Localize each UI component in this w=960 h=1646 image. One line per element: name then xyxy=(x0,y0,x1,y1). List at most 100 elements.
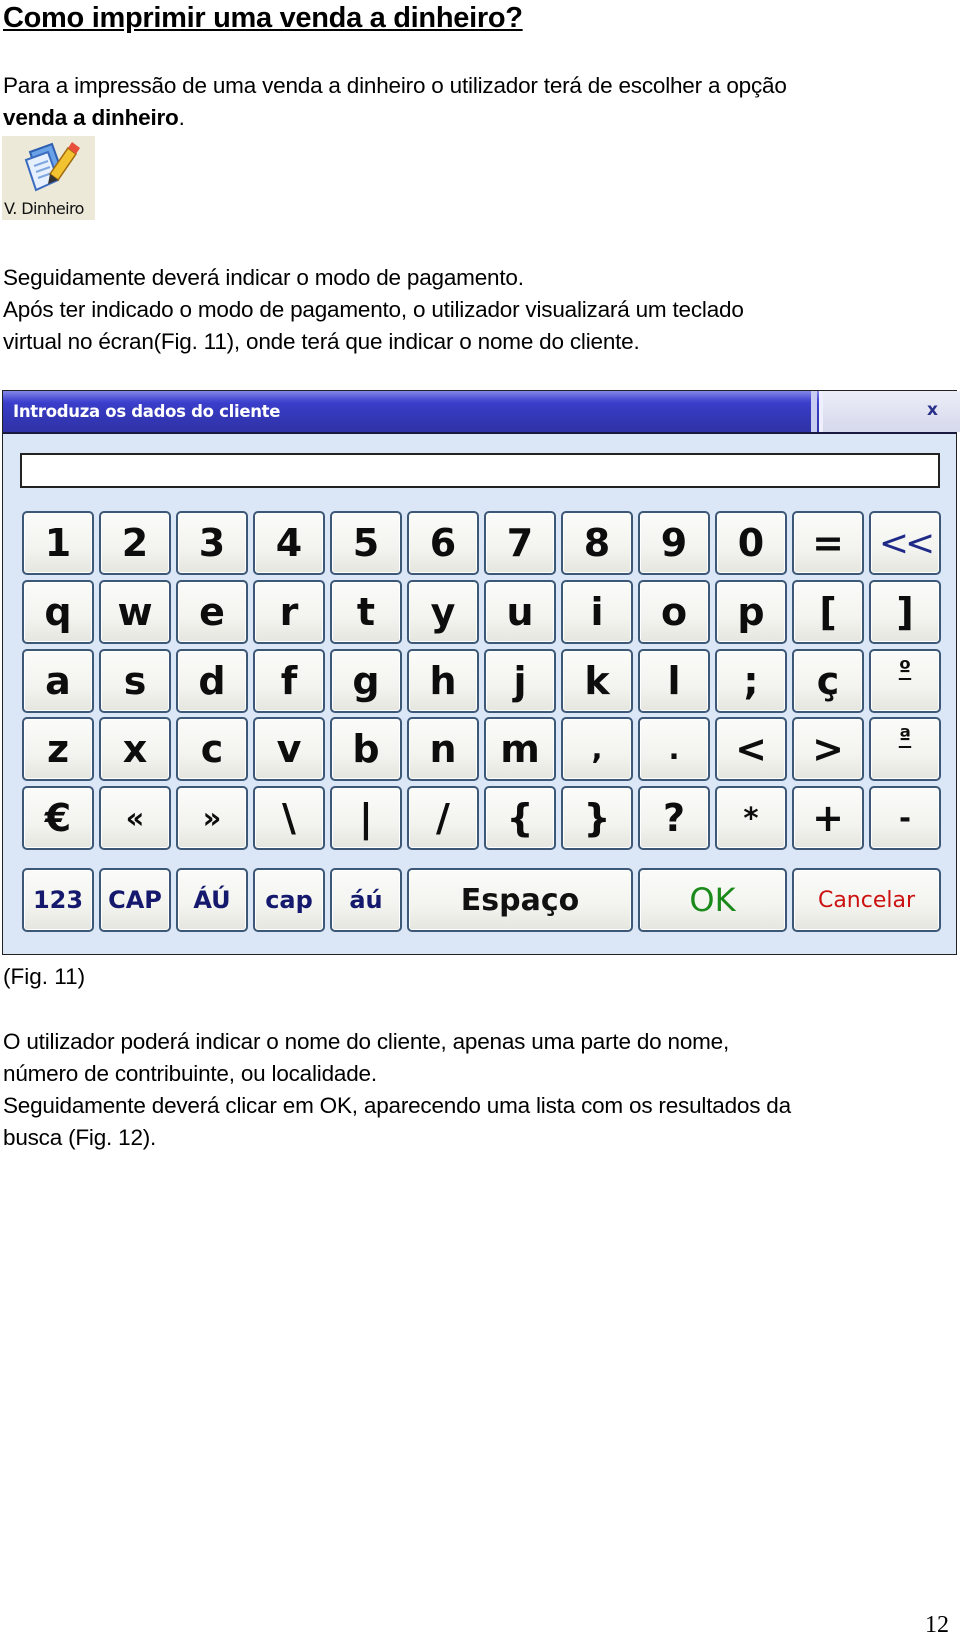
key-4-8[interactable]: ? xyxy=(638,786,710,850)
key-0-4[interactable]: 5 xyxy=(330,511,402,575)
key-4-5[interactable]: / xyxy=(407,786,479,850)
key-4-1[interactable]: « xyxy=(99,786,171,850)
key-3-9[interactable]: < xyxy=(715,717,787,781)
key-1-11[interactable]: ] xyxy=(869,580,941,644)
dialog-titlebar: Introduza os dados do cliente x xyxy=(3,391,960,434)
key-4-0[interactable]: € xyxy=(22,786,94,850)
key-0-5[interactable]: 6 xyxy=(407,511,479,575)
key-3-1[interactable]: x xyxy=(99,717,171,781)
key-label: n xyxy=(429,727,457,771)
key-1-9[interactable]: p xyxy=(715,580,787,644)
cancel-button[interactable]: Cancelar xyxy=(792,868,941,932)
key-3-11[interactable]: ª xyxy=(869,717,941,781)
payment-line-2: Após ter indicado o modo de pagamento, o… xyxy=(3,297,744,322)
key-label: 5 xyxy=(352,521,380,565)
key-label: ? xyxy=(662,796,686,840)
intro-line-1: Para a impressão de uma venda a dinheiro… xyxy=(3,73,787,98)
key-1-0[interactable]: q xyxy=(22,580,94,644)
v-dinheiro-option-button[interactable]: V. Dinheiro xyxy=(2,136,95,220)
key-label: s xyxy=(123,659,147,703)
key-label: d xyxy=(198,659,226,703)
dialog-title: Introduza os dados do cliente xyxy=(13,402,281,421)
key-label: h xyxy=(429,659,457,703)
space-key[interactable]: Espaço xyxy=(407,868,633,932)
key-0-8[interactable]: 9 xyxy=(638,511,710,575)
accent-lower-key[interactable]: áú xyxy=(330,868,402,932)
key-label: x xyxy=(122,727,148,771)
key-4-7[interactable]: } xyxy=(561,786,633,850)
key-3-5[interactable]: n xyxy=(407,717,479,781)
key-label: / xyxy=(436,796,450,840)
key-0-9[interactable]: 0 xyxy=(715,511,787,575)
instructions-line-1: O utilizador poderá indicar o nome do cl… xyxy=(3,1029,730,1054)
key-3-3[interactable]: v xyxy=(253,717,325,781)
key-0-6[interactable]: 7 xyxy=(484,511,556,575)
key-1-1[interactable]: w xyxy=(99,580,171,644)
client-search-input[interactable] xyxy=(20,453,940,488)
key-3-6[interactable]: m xyxy=(484,717,556,781)
key-1-3[interactable]: r xyxy=(253,580,325,644)
key-3-4[interactable]: b xyxy=(330,717,402,781)
key-4-10[interactable]: + xyxy=(792,786,864,850)
key-label: ] xyxy=(896,590,914,634)
key-3-2[interactable]: c xyxy=(176,717,248,781)
key-2-0[interactable]: a xyxy=(22,649,94,713)
key-label: » xyxy=(202,801,222,835)
key-1-10[interactable]: [ xyxy=(792,580,864,644)
client-data-dialog: Introduza os dados do cliente x 12345678… xyxy=(2,390,960,955)
caps-lower-key[interactable]: cap xyxy=(253,868,325,932)
key-3-0[interactable]: z xyxy=(22,717,94,781)
key-2-7[interactable]: k xyxy=(561,649,633,713)
key-3-7[interactable]: , xyxy=(561,717,633,781)
key-1-6[interactable]: u xyxy=(484,580,556,644)
accent-upper-key[interactable]: ÁÚ xyxy=(176,868,248,932)
backspace-key[interactable]: << xyxy=(869,511,941,575)
key-4-6[interactable]: { xyxy=(484,786,556,850)
caps-lower-key-label: cap xyxy=(265,886,313,914)
key-4-2[interactable]: » xyxy=(176,786,248,850)
key-4-4[interactable]: | xyxy=(330,786,402,850)
numeric-mode-key[interactable]: 123 xyxy=(22,868,94,932)
key-0-7[interactable]: 8 xyxy=(561,511,633,575)
key-3-10[interactable]: > xyxy=(792,717,864,781)
key-1-2[interactable]: e xyxy=(176,580,248,644)
key-2-2[interactable]: d xyxy=(176,649,248,713)
intro-paragraph: Para a impressão de uma venda a dinheiro… xyxy=(3,70,787,134)
key-0-1[interactable]: 2 xyxy=(99,511,171,575)
key-0-0[interactable]: 1 xyxy=(22,511,94,575)
key-4-11[interactable]: - xyxy=(869,786,941,850)
key-0-3[interactable]: 4 xyxy=(253,511,325,575)
key-1-8[interactable]: o xyxy=(638,580,710,644)
key-3-8[interactable]: . xyxy=(638,717,710,781)
key-2-5[interactable]: h xyxy=(407,649,479,713)
caps-upper-key[interactable]: CAP xyxy=(99,868,171,932)
key-2-1[interactable]: s xyxy=(99,649,171,713)
key-label: } xyxy=(583,796,611,840)
key-2-6[interactable]: j xyxy=(484,649,556,713)
key-2-11[interactable]: º xyxy=(869,649,941,713)
key-0-2[interactable]: 3 xyxy=(176,511,248,575)
key-2-4[interactable]: g xyxy=(330,649,402,713)
key-2-3[interactable]: f xyxy=(253,649,325,713)
key-1-7[interactable]: i xyxy=(561,580,633,644)
key-4-9[interactable]: * xyxy=(715,786,787,850)
key-1-4[interactable]: t xyxy=(330,580,402,644)
close-icon[interactable]: x xyxy=(927,400,938,420)
key-label: > xyxy=(812,727,844,771)
key-label: o xyxy=(660,590,688,634)
accent-upper-key-label: ÁÚ xyxy=(193,886,231,914)
key-4-3[interactable]: \ xyxy=(253,786,325,850)
key-label: ç xyxy=(816,659,840,703)
payment-paragraph: Seguidamente deverá indicar o modo de pa… xyxy=(3,262,744,358)
space-key-label: Espaço xyxy=(460,882,580,918)
key-2-9[interactable]: ; xyxy=(715,649,787,713)
key-2-8[interactable]: l xyxy=(638,649,710,713)
key-0-10[interactable]: = xyxy=(792,511,864,575)
key-label: - xyxy=(898,801,912,835)
key-label: i xyxy=(590,590,604,634)
key-2-10[interactable]: ç xyxy=(792,649,864,713)
key-label: w xyxy=(117,590,153,634)
key-1-5[interactable]: y xyxy=(407,580,479,644)
ok-button[interactable]: OK xyxy=(638,868,787,932)
key-label: t xyxy=(356,590,376,634)
